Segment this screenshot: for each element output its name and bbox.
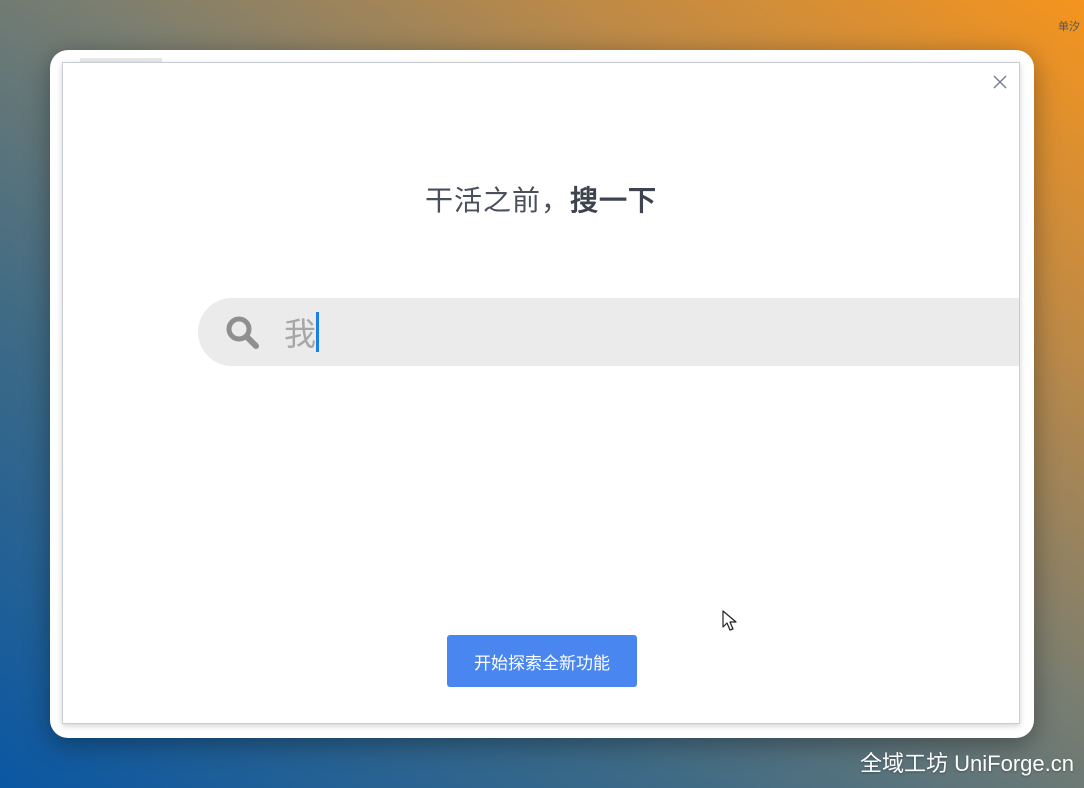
search-input[interactable] bbox=[284, 308, 984, 356]
mouse-pointer-icon bbox=[722, 610, 737, 631]
headline-bold-text: 搜一下 bbox=[570, 184, 658, 217]
search-bar[interactable] bbox=[198, 298, 1019, 366]
search-icon bbox=[226, 316, 259, 349]
watermark-text: 全域工坊 UniForge.cn bbox=[860, 751, 1074, 776]
text-caret bbox=[316, 312, 319, 352]
onboarding-modal: 干活之前，搜一下 开始探索全新功能 bbox=[62, 62, 1020, 724]
headline-regular-text: 干活之前， bbox=[424, 184, 570, 217]
modal-headline: 干活之前，搜一下 bbox=[63, 179, 1019, 219]
start-explore-button[interactable]: 开始探索全新功能 bbox=[447, 635, 637, 687]
close-button[interactable] bbox=[991, 73, 1009, 91]
close-icon bbox=[993, 75, 1007, 89]
background-edge-text: 单汐 bbox=[1058, 20, 1080, 33]
